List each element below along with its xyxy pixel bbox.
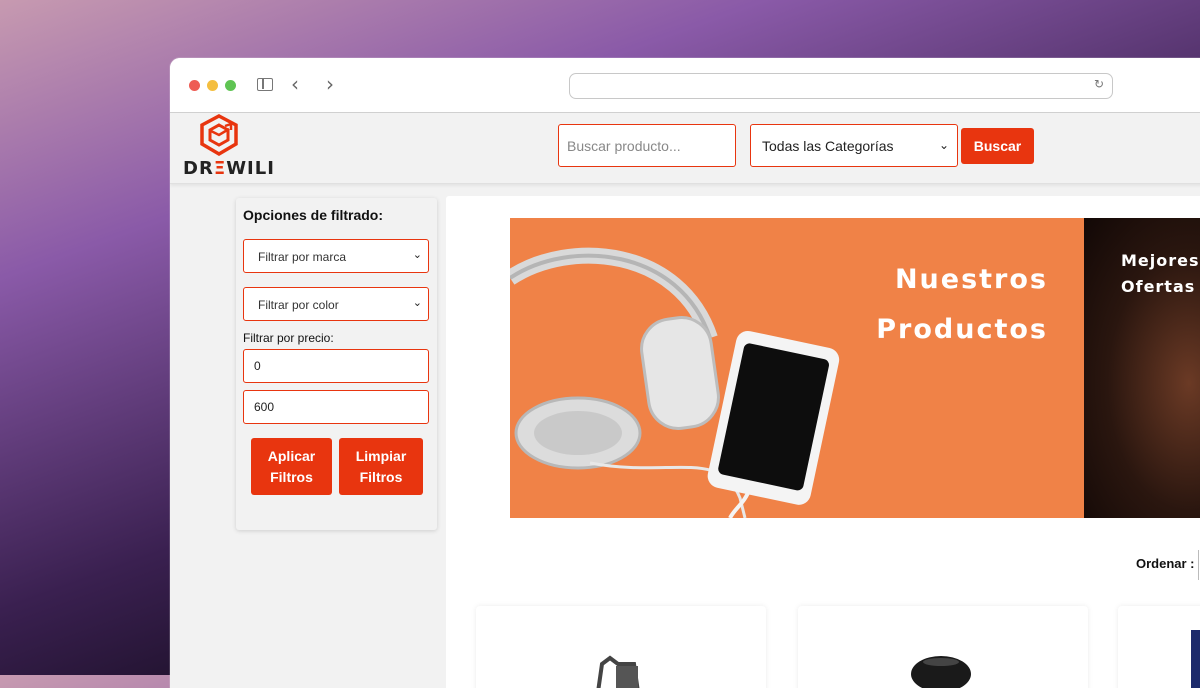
product-card[interactable] xyxy=(798,606,1088,688)
maximize-window-button[interactable] xyxy=(225,80,236,91)
sort-label: Ordenar : xyxy=(1136,556,1195,571)
product-card[interactable] xyxy=(476,606,766,688)
product-image xyxy=(1191,630,1200,688)
category-select[interactable]: Todas las Categorías ⌄ xyxy=(750,124,958,167)
banner-title-line1: Nuestros xyxy=(894,264,1048,295)
site-header: DRΞWILI Todas las Categorías ⌄ Buscar xyxy=(170,113,1200,184)
product-card[interactable] xyxy=(1118,606,1200,688)
filter-panel: Opciones de filtrado: Filtrar por marca … xyxy=(236,198,437,530)
back-arrow-icon[interactable]: ‹ xyxy=(291,72,299,96)
chevron-down-icon: ⌄ xyxy=(412,248,422,261)
close-window-button[interactable] xyxy=(189,80,200,91)
browser-toolbar: ‹ › ↻ xyxy=(170,58,1200,113)
next-banner-line1: Mejores xyxy=(1121,251,1200,270)
search-input[interactable] xyxy=(558,124,736,167)
apply-filters-button[interactable]: Aplicar Filtros xyxy=(251,438,332,495)
color-filter-select[interactable]: Filtrar por color ⌄ xyxy=(243,287,429,321)
product-image xyxy=(596,655,640,688)
category-select-value: Todas las Categorías xyxy=(762,138,894,154)
price-min-input[interactable] xyxy=(243,349,429,383)
chevron-down-icon: ⌄ xyxy=(412,296,422,309)
brand-filter-value: Filtrar por marca xyxy=(258,250,347,264)
address-bar[interactable]: ↻ xyxy=(569,73,1113,99)
forward-arrow-icon[interactable]: › xyxy=(326,72,334,96)
clear-filters-button[interactable]: Limpiar Filtros xyxy=(339,438,423,495)
browser-window: ‹ › ↻ DRΞWILI Todas las Categorías ⌄ Bus… xyxy=(170,58,1200,688)
price-filter-label: Filtrar por precio: xyxy=(243,331,334,345)
product-image xyxy=(911,656,971,688)
banner-title-line2: Productos xyxy=(876,314,1048,345)
brand-filter-select[interactable]: Filtrar por marca ⌄ xyxy=(243,239,429,273)
color-filter-value: Filtrar por color xyxy=(258,298,339,312)
price-max-input[interactable] xyxy=(243,390,429,424)
products-area: Nuestros Productos Mejores Ofertas Orden… xyxy=(446,196,1200,688)
next-banner-slide[interactable]: Mejores Ofertas xyxy=(1084,218,1200,518)
filter-title: Opciones de filtrado: xyxy=(243,207,384,223)
banner-slide[interactable]: Nuestros Productos xyxy=(510,218,1084,518)
sidebar-toggle-icon[interactable] xyxy=(257,78,273,91)
minimize-window-button[interactable] xyxy=(207,80,218,91)
chevron-down-icon: ⌄ xyxy=(938,138,949,152)
reload-icon[interactable]: ↻ xyxy=(1094,77,1104,91)
next-banner-line2: Ofertas xyxy=(1121,277,1196,296)
logo-icon[interactable] xyxy=(198,113,240,157)
search-button[interactable]: Buscar xyxy=(961,128,1034,164)
headphones-phone-image xyxy=(510,247,840,518)
logo-wordmark[interactable]: DRΞWILI xyxy=(183,158,275,179)
